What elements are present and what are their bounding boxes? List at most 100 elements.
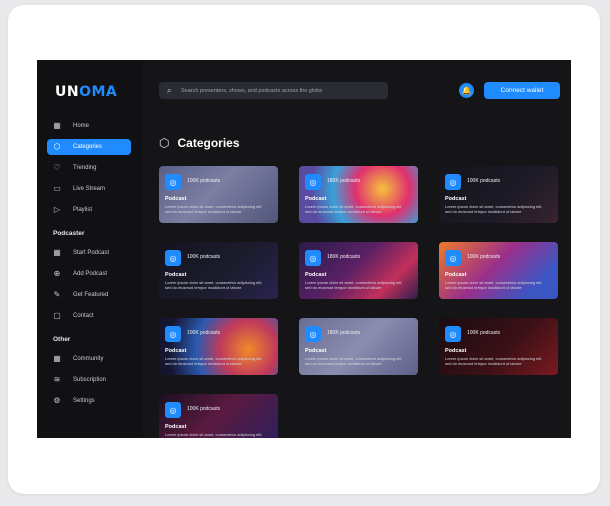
settings-icon: ⚙ [53,396,61,405]
sidebar-item-live-stream[interactable]: ▭ Live Stream [47,181,131,197]
podcast-count: 100K podcasts [187,178,221,184]
add-podcast-icon: ⊕ [53,269,61,278]
sidebar-item-add-podcast[interactable]: ⊕ Add Podcast [47,266,131,282]
card-description: Lorem ipsum dolor sit amet, consectetur … [165,432,263,438]
sidebar-item-label: Contact [73,313,94,319]
card-title: Podcast [445,348,467,354]
subscription-icon: ≋ [53,375,61,384]
category-card[interactable]: ◎ 100K podcasts Podcast Lorem ipsum dolor s… [439,166,558,223]
sidebar-item-label: Playlist [73,207,93,213]
trending-icon: ♡ [53,163,61,172]
sidebar-item-label: Subscription [73,377,107,383]
sidebar-item-label: Start Podcast [73,250,110,256]
podcast-mic-icon: ◎ [305,326,321,342]
podcast-mic-icon: ◎ [305,250,321,266]
live-stream-icon: ▭ [53,184,61,193]
card-title: Podcast [165,196,187,202]
card-description: Lorem ipsum dolor sit amet, consectetur … [445,280,543,290]
podcast-mic-icon: ◎ [165,250,181,266]
card-title: Podcast [165,424,187,430]
sidebar-item-label: Home [73,123,90,129]
podcast-mic-icon: ◎ [445,174,461,190]
sidebar-item-subscription[interactable]: ≋ Subscription [47,372,131,388]
sidebar-item-contact[interactable]: ▢ Contact [47,308,131,324]
categories-icon: ⬡ [53,142,61,151]
other-heading: Other [53,336,71,343]
sidebar-item-community[interactable]: ▦ Community [47,351,131,367]
category-card[interactable]: ◎ 180K podcasts Podcast Lorem ipsum dolor s… [299,166,418,223]
app-window: UNOMA ▦ Home ⬡ Categories ♡ Trending ▭ Live Str… [37,60,571,438]
connect-wallet-button[interactable]: Connect wallet [484,82,560,99]
podcast-mic-icon: ◎ [445,326,461,342]
podcast-count: 100K podcasts [467,178,501,184]
contact-icon: ▢ [53,311,61,320]
card-description: Lorem ipsum dolor sit amet, consectetur … [165,280,263,290]
card-title: Podcast [445,272,467,278]
category-card[interactable]: ◎ 100K podcasts Podcast Lorem ipsum dolor s… [439,318,558,375]
podcast-mic-icon: ◎ [165,402,181,418]
logo-accent: OMA [79,84,118,100]
category-card[interactable]: ◎ 180K podcasts Podcast Lorem ipsum dolor s… [299,318,418,375]
card-description: Lorem ipsum dolor sit amet, consectetur … [305,204,403,214]
home-icon: ▦ [53,121,61,130]
card-description: Lorem ipsum dolor sit amet, consectetur … [165,356,263,366]
notification-bell-icon[interactable]: 🔔 [459,83,474,98]
podcast-count: 100K podcasts [187,254,221,260]
card-description: Lorem ipsum dolor sit amet, consectetur … [445,356,543,366]
sidebar-item-label: Community [73,356,104,362]
sidebar-item-label: Add Podcast [73,271,108,277]
podcast-count: 180K podcasts [327,330,361,336]
card-title: Podcast [305,348,327,354]
card-title: Podcast [305,272,327,278]
category-card[interactable]: ◎ 100K podcasts Podcast Lorem ipsum dolor s… [159,318,278,375]
card-description: Lorem ipsum dolor sit amet, consectetur … [165,204,263,214]
search-input[interactable] [181,87,381,94]
sidebar-item-start-podcast[interactable]: ▦ Start Podcast [47,245,131,261]
sidebar-item-categories[interactable]: ⬡ Categories [47,139,131,155]
podcast-count: 100K podcasts [187,406,221,412]
playlist-icon: ▷ [53,205,61,214]
category-card[interactable]: ◎ 100K podcasts Podcast Lorem ipsum dolor s… [159,166,278,223]
top-bar: ⌕ 🔔 Connect wallet [143,60,571,120]
podcast-count: 100K podcasts [467,254,501,260]
page-title-text: Categories [177,136,240,150]
podcast-mic-icon: ◎ [165,326,181,342]
podcast-mic-icon: ◎ [165,174,181,190]
card-description: Lorem ipsum dolor sit amet, consectetur … [445,204,543,214]
get-featured-icon: ✎ [53,290,61,299]
category-card[interactable]: ◎ 100K podcasts Podcast Lorem ipsum dolor s… [159,242,278,299]
sidebar-item-get-featured[interactable]: ✎ Get Featured [47,287,131,303]
category-card[interactable]: ◎ 100K podcasts Podcast Lorem ipsum dolor s… [159,394,278,438]
sidebar-item-home[interactable]: ▦ Home [47,118,131,134]
podcast-count: 180K podcasts [327,254,361,260]
page-title: ⬡ Categories [159,136,240,150]
category-card[interactable]: ◎ 100K podcasts Podcast Lorem ipsum dolor s… [439,242,558,299]
sidebar-item-settings[interactable]: ⚙ Settings [47,393,131,409]
sidebar: UNOMA ▦ Home ⬡ Categories ♡ Trending ▭ Live Str… [37,60,143,438]
card-description: Lorem ipsum dolor sit amet, consectetur … [305,280,403,290]
podcast-count: 180K podcasts [327,178,361,184]
sidebar-item-label: Get Featured [73,292,109,298]
podcast-count: 100K podcasts [467,330,501,336]
logo[interactable]: UNOMA [55,84,117,100]
sidebar-item-trending[interactable]: ♡ Trending [47,160,131,176]
sidebar-item-label: Categories [73,144,103,150]
sidebar-item-label: Settings [73,398,95,404]
card-title: Podcast [305,196,327,202]
podcast-mic-icon: ◎ [305,174,321,190]
category-card[interactable]: ◎ 180K podcasts Podcast Lorem ipsum dolor s… [299,242,418,299]
search-icon: ⌕ [167,85,172,95]
card-title: Podcast [445,196,467,202]
categories-cube-icon: ⬡ [159,136,170,150]
podcaster-heading: Podcaster [53,230,85,237]
community-icon: ▦ [53,354,61,363]
logo-prefix: UN [55,84,80,100]
start-podcast-icon: ▦ [53,248,61,257]
card-title: Podcast [165,272,187,278]
sidebar-item-label: Live Stream [73,186,106,192]
sidebar-item-playlist[interactable]: ▷ Playlist [47,202,131,218]
card-title: Podcast [165,348,187,354]
podcast-count: 100K podcasts [187,330,221,336]
search-bar[interactable]: ⌕ [159,82,388,99]
podcast-mic-icon: ◎ [445,250,461,266]
